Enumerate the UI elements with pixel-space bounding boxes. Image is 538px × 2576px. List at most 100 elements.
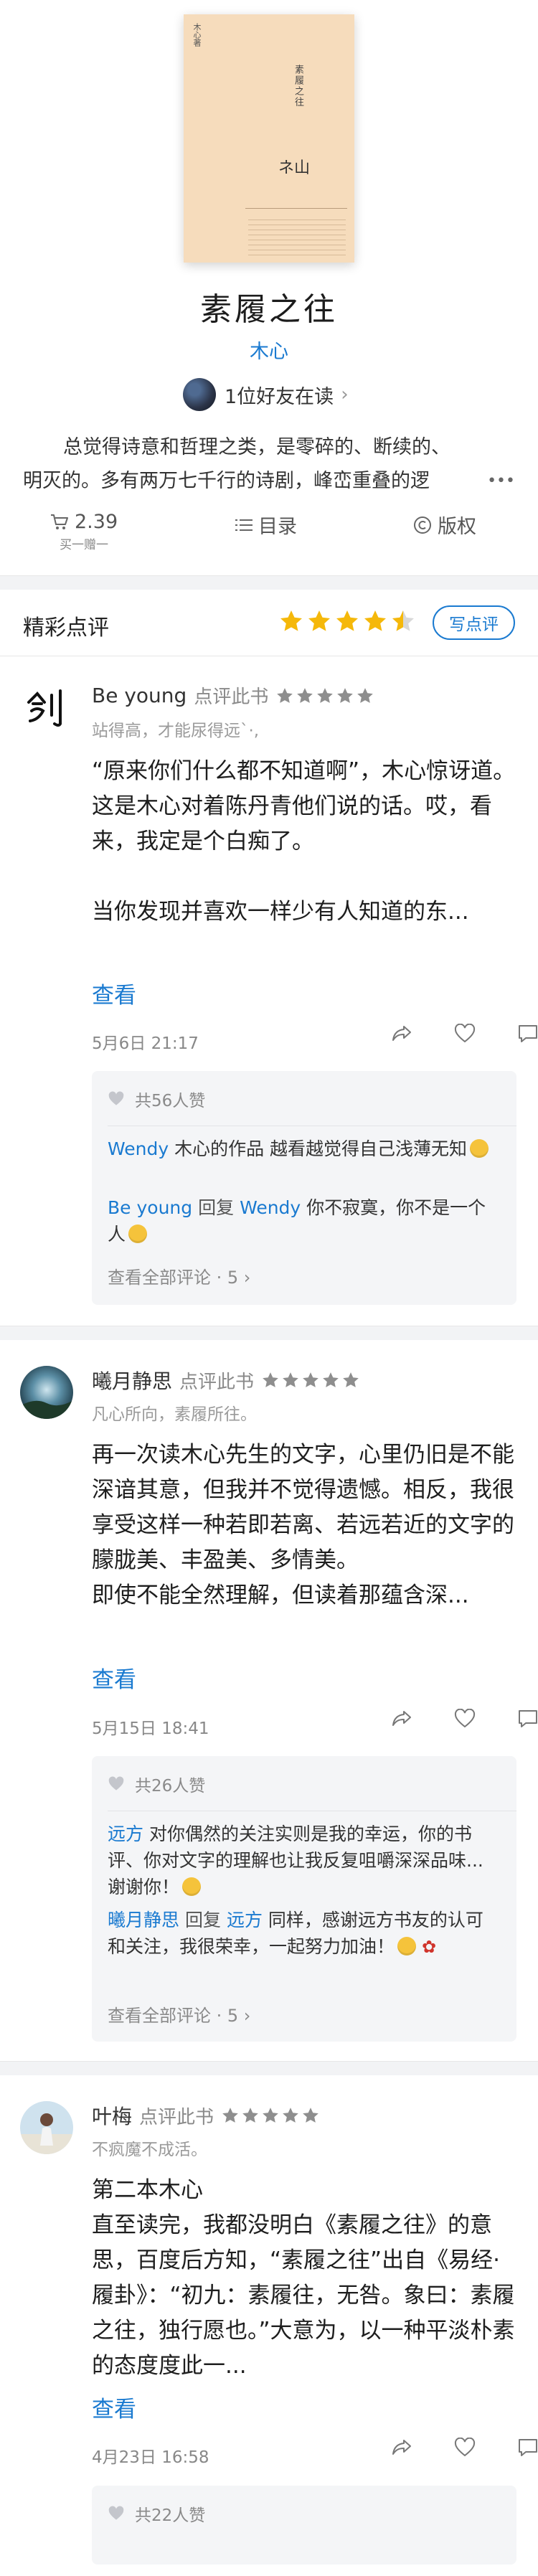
cover-rule [245,208,347,209]
heart-icon [454,1024,476,1043]
review-paragraph: 再一次读木心先生的文字，心里仍旧是不能深谙其意，但我并不觉得遗憾。相反，我很享受… [92,1442,514,1573]
avatar[interactable] [20,682,73,735]
reviewer-name[interactable]: 曦月静思 [92,1366,172,1395]
cover-author: 木心著 [192,23,202,47]
star-icon [303,2108,318,2123]
review-paragraph: 直至读完，我都没明白《素履之往》的意思，百度后方知，“素履之往”出自《易经·履卦… [92,2212,515,2379]
reviewer-name[interactable]: 叶梅 [92,2101,132,2130]
rose-icon: ✿ [421,1937,437,1957]
book-title: 素履之往 [200,291,338,328]
price-promo: 买一赠一 [60,538,109,552]
review-time: 4月23日 16:58 [92,2448,209,2467]
friends-reading[interactable]: 1位好友在读 › [183,376,349,413]
comment-button[interactable] [496,1024,538,1044]
commenter-name[interactable]: 曦月静思 [108,1910,179,1930]
like-button[interactable] [433,1709,496,1729]
list-icon [235,519,253,531]
heart-filled-icon [108,2506,124,2520]
comment-item[interactable]: Wendy 木心的作品 越看越觉得自己浅薄无知 [108,1136,501,1162]
star-icon [337,687,354,703]
comment-icon [519,1025,537,1042]
comment-button[interactable] [496,2438,538,2458]
reply-target[interactable]: Wendy [240,1197,301,1218]
overall-rating [278,608,418,634]
likes-summary[interactable]: 共22人赞 [108,2501,205,2526]
emoji-icon [182,1877,202,1896]
review-body[interactable]: “原来你们什么都不知道啊”，木心惊讶道。 这是木心对着陈丹青他们说的话。哎，看来… [92,754,516,930]
review-body[interactable]: 第二本木心 直至读完，我都没明白《素履之往》的意思，百度后方知，“素履之往”出自… [92,2173,516,2384]
copyright-icon [414,516,431,534]
comment-button[interactable] [496,1709,538,1729]
likes-summary[interactable]: 共26人赞 [108,1772,205,1796]
review-action: 点评此书 [139,2106,214,2128]
cover-mark: ネ山 [278,159,311,177]
likes-summary[interactable]: 共56人赞 [108,1087,205,1111]
review-body[interactable]: 再一次读木心先生的文字，心里仍旧是不能深谙其意，但我并不觉得遗憾。相反，我很享受… [92,1438,516,1613]
toc-button[interactable]: 目录 [235,511,297,539]
star-icon [364,610,386,631]
commenter-name[interactable]: 远方 [108,1824,143,1844]
section-divider [0,1326,538,1340]
comment-item[interactable]: 远方 对你偶然的关注实则是我的幸运，你的书评、你对文字的理解也让我反复咀嚼深深品… [108,1821,501,1900]
comment-icon [519,1710,537,1727]
reviewer-signature: 凡心所向，素履所往。 [92,1405,257,1424]
review-stars [261,1371,362,1390]
commenter-name[interactable]: Be young [108,1197,192,1218]
friends-reading-label: 1位好友在读 [225,385,334,408]
heart-filled-icon [108,1091,124,1105]
star-icon [263,1372,278,1387]
star-icon [303,1372,318,1387]
star-icon [280,610,302,631]
heart-icon [454,1709,476,1728]
section-divider [0,2061,538,2075]
review-paragraph: 第二本木心 [92,2177,203,2203]
book-intro[interactable]: 总觉得诗意和哲理之类，是零碎的、断续的、 明灭的。多有两万七千行的诗剧，峰峦重叠… [23,430,515,498]
comment-item[interactable]: 曦月静思 回复 远方 同样，感谢远方书友的认可和关注，我很荣幸，一起努力加油！ … [108,1907,501,1961]
like-button[interactable] [433,1024,496,1044]
buy-button[interactable]: 2.39 买一赠一 [50,511,118,552]
view-all-comments-link[interactable]: 查看全部评论 · 5 › [108,2001,250,2027]
share-button[interactable] [370,1709,433,1729]
book-cover[interactable]: 木心著 素履之往 ネ山 [184,14,354,263]
like-button[interactable] [433,2438,496,2458]
commenter-name[interactable]: Wendy [108,1138,169,1159]
cart-icon [51,514,68,529]
emoji-icon [470,1139,489,1158]
review-action: 点评此书 [194,687,269,708]
chevron-right-icon: › [243,1268,251,1288]
view-all-comments-link[interactable]: 查看全部评论 · 5 › [108,1263,250,1288]
book-author-link[interactable]: 木心 [0,336,538,364]
reviewer-name[interactable]: Be young [92,684,187,707]
share-button[interactable] [370,1024,433,1044]
comment-icon [519,2439,537,2456]
view-more-link[interactable]: 查看 [92,1661,136,1694]
avatar[interactable] [20,1366,73,1419]
star-icon [283,2108,298,2123]
star-icon [343,1372,359,1387]
reviewer-signature: 不疯魔不成活。 [92,2141,207,2159]
half-star-icon [392,610,414,631]
view-all-label: 查看全部评论 · 5 [108,1268,239,1288]
view-more-link[interactable]: 查看 [92,977,136,1009]
star-icon [317,687,334,703]
share-button[interactable] [370,2438,433,2458]
comment-item[interactable]: Be young 回复 Wendy 你不寂寞，你不是一个人 [108,1194,501,1247]
write-review-button[interactable]: 写点评 [433,605,515,640]
more-dots-icon[interactable]: ••• [487,464,515,498]
reply-word: 回复 [198,1197,235,1218]
view-more-link[interactable]: 查看 [92,2391,136,2423]
reply-target[interactable]: 远方 [227,1910,263,1930]
avatar[interactable] [20,2101,73,2154]
intro-line-1: 总觉得诗意和哲理之类，是零碎的、断续的、 [63,436,450,458]
review-stars [275,687,376,705]
star-icon [323,1372,339,1387]
copyright-button[interactable]: 版权 [413,511,476,539]
comments-panel: 共22人赞 [92,2486,516,2565]
star-icon [242,2108,258,2123]
emoji-icon [397,1937,417,1955]
reviews-section-header: 精彩点评 写点评 [0,590,538,656]
review-action-icons [370,2438,538,2458]
review-action-icons [370,1024,538,1044]
review-card: Be young 点评此书 站得高，才能尿得远`·, “原来你们什么都不知道啊”… [0,656,538,1326]
